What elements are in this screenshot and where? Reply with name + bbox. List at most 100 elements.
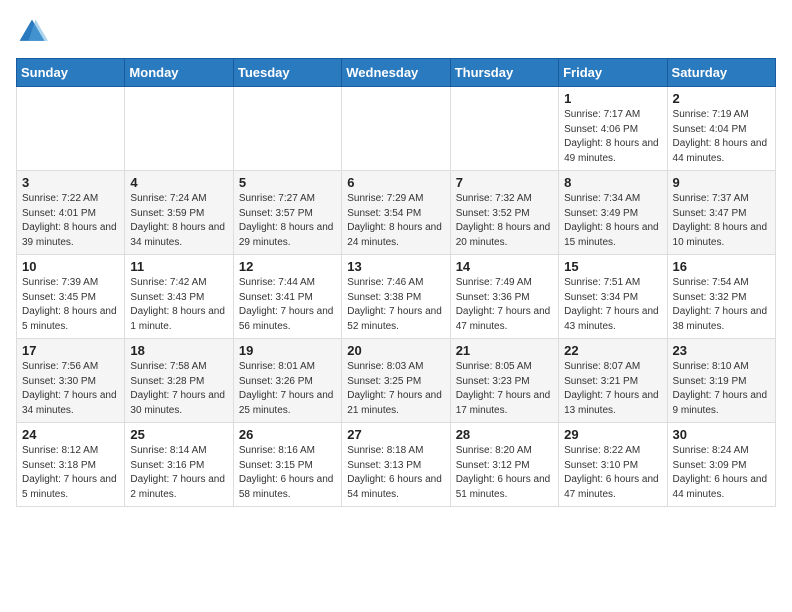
calendar-cell: 29 Sunrise: 8:22 AM Sunset: 3:10 PM Dayli…: [559, 423, 667, 507]
day-info: Sunrise: 8:14 AM Sunset: 3:16 PM Dayligh…: [130, 444, 227, 502]
day-number: 26: [239, 427, 336, 442]
day-info: Sunrise: 8:24 AM Sunset: 3:09 PM Dayligh…: [673, 444, 770, 502]
day-number: 6: [347, 175, 444, 190]
calendar-cell: 25 Sunrise: 8:14 AM Sunset: 3:16 PM Dayli…: [125, 423, 233, 507]
day-number: 1: [564, 91, 661, 106]
calendar-cell: 18 Sunrise: 7:58 AM Sunset: 3:28 PM Dayli…: [125, 339, 233, 423]
day-number: 21: [456, 343, 553, 358]
calendar-cell: 11 Sunrise: 7:42 AM Sunset: 3:43 PM Dayli…: [125, 255, 233, 339]
day-header-thursday: Thursday: [450, 59, 558, 87]
day-number: 13: [347, 259, 444, 274]
day-info: Sunrise: 8:03 AM Sunset: 3:25 PM Dayligh…: [347, 360, 444, 418]
calendar-cell: 22Sunrise: 8:07 AM Sunset: 3:21 PM Dayli…: [559, 339, 667, 423]
calendar-week-1: 1 Sunrise: 7:17 AM Sunset: 4:06 PM Daylig…: [17, 87, 776, 171]
day-info: Sunrise: 8:18 AM Sunset: 3:13 PM Dayligh…: [347, 444, 444, 502]
calendar-table: SundayMondayTuesdayWednesdayThursdayFrid…: [16, 58, 776, 507]
day-number: 5: [239, 175, 336, 190]
day-header-saturday: Saturday: [667, 59, 775, 87]
day-info: Sunrise: 7:22 AM Sunset: 4:01 PM Dayligh…: [22, 192, 119, 250]
day-number: 22: [564, 343, 661, 358]
day-number: 18: [130, 343, 227, 358]
day-number: 11: [130, 259, 227, 274]
day-info: Sunrise: 8:16 AM Sunset: 3:15 PM Dayligh…: [239, 444, 336, 502]
day-info: Sunrise: 7:19 AM Sunset: 4:04 PM Dayligh…: [673, 108, 770, 166]
calendar-body: 1 Sunrise: 7:17 AM Sunset: 4:06 PM Daylig…: [17, 87, 776, 507]
calendar-week-5: 24Sunrise: 8:12 AM Sunset: 3:18 PM Dayli…: [17, 423, 776, 507]
day-number: 2: [673, 91, 770, 106]
calendar-week-2: 3 Sunrise: 7:22 AM Sunset: 4:01 PM Daylig…: [17, 171, 776, 255]
calendar-cell: [17, 87, 125, 171]
day-number: 12: [239, 259, 336, 274]
calendar-cell: 16 Sunrise: 7:54 AM Sunset: 3:32 PM Dayli…: [667, 255, 775, 339]
calendar-cell: 23Sunrise: 8:10 AM Sunset: 3:19 PM Dayli…: [667, 339, 775, 423]
day-info: Sunrise: 8:12 AM Sunset: 3:18 PM Dayligh…: [22, 444, 119, 502]
calendar-cell: [342, 87, 450, 171]
day-info: Sunrise: 7:39 AM Sunset: 3:45 PM Dayligh…: [22, 276, 119, 334]
calendar-cell: [233, 87, 341, 171]
calendar-week-4: 17Sunrise: 7:56 AM Sunset: 3:30 PM Dayli…: [17, 339, 776, 423]
logo-icon: [16, 16, 48, 48]
day-number: 16: [673, 259, 770, 274]
calendar-cell: 6 Sunrise: 7:29 AM Sunset: 3:54 PM Daylig…: [342, 171, 450, 255]
calendar-cell: 27Sunrise: 8:18 AM Sunset: 3:13 PM Dayli…: [342, 423, 450, 507]
day-info: Sunrise: 7:51 AM Sunset: 3:34 PM Dayligh…: [564, 276, 661, 334]
calendar-cell: 8 Sunrise: 7:34 AM Sunset: 3:49 PM Daylig…: [559, 171, 667, 255]
day-number: 20: [347, 343, 444, 358]
day-info: Sunrise: 7:56 AM Sunset: 3:30 PM Dayligh…: [22, 360, 119, 418]
day-number: 10: [22, 259, 119, 274]
day-number: 3: [22, 175, 119, 190]
day-header-tuesday: Tuesday: [233, 59, 341, 87]
day-info: Sunrise: 7:46 AM Sunset: 3:38 PM Dayligh…: [347, 276, 444, 334]
calendar-cell: 5 Sunrise: 7:27 AM Sunset: 3:57 PM Daylig…: [233, 171, 341, 255]
day-info: Sunrise: 8:20 AM Sunset: 3:12 PM Dayligh…: [456, 444, 553, 502]
day-header-friday: Friday: [559, 59, 667, 87]
day-number: 14: [456, 259, 553, 274]
day-header-wednesday: Wednesday: [342, 59, 450, 87]
calendar-cell: 9Sunrise: 7:37 AM Sunset: 3:47 PM Daylig…: [667, 171, 775, 255]
day-number: 25: [130, 427, 227, 442]
day-header-monday: Monday: [125, 59, 233, 87]
day-info: Sunrise: 8:10 AM Sunset: 3:19 PM Dayligh…: [673, 360, 770, 418]
calendar-cell: 2 Sunrise: 7:19 AM Sunset: 4:04 PM Daylig…: [667, 87, 775, 171]
day-number: 7: [456, 175, 553, 190]
calendar-cell: 15 Sunrise: 7:51 AM Sunset: 3:34 PM Dayli…: [559, 255, 667, 339]
calendar-cell: 19 Sunrise: 8:01 AM Sunset: 3:26 PM Dayli…: [233, 339, 341, 423]
calendar-cell: 14 Sunrise: 7:49 AM Sunset: 3:36 PM Dayli…: [450, 255, 558, 339]
calendar-cell: 12 Sunrise: 7:44 AM Sunset: 3:41 PM Dayli…: [233, 255, 341, 339]
calendar-cell: 20 Sunrise: 8:03 AM Sunset: 3:25 PM Dayli…: [342, 339, 450, 423]
calendar-cell: 3 Sunrise: 7:22 AM Sunset: 4:01 PM Daylig…: [17, 171, 125, 255]
calendar-cell: 28 Sunrise: 8:20 AM Sunset: 3:12 PM Dayli…: [450, 423, 558, 507]
calendar-cell: 4 Sunrise: 7:24 AM Sunset: 3:59 PM Daylig…: [125, 171, 233, 255]
calendar-cell: 17Sunrise: 7:56 AM Sunset: 3:30 PM Dayli…: [17, 339, 125, 423]
day-number: 30: [673, 427, 770, 442]
day-number: 9: [673, 175, 770, 190]
calendar-cell: 21 Sunrise: 8:05 AM Sunset: 3:23 PM Dayli…: [450, 339, 558, 423]
day-header-sunday: Sunday: [17, 59, 125, 87]
day-info: Sunrise: 8:05 AM Sunset: 3:23 PM Dayligh…: [456, 360, 553, 418]
calendar-cell: 1 Sunrise: 7:17 AM Sunset: 4:06 PM Daylig…: [559, 87, 667, 171]
calendar-cell: 7 Sunrise: 7:32 AM Sunset: 3:52 PM Daylig…: [450, 171, 558, 255]
day-info: Sunrise: 7:44 AM Sunset: 3:41 PM Dayligh…: [239, 276, 336, 334]
day-number: 19: [239, 343, 336, 358]
day-info: Sunrise: 8:22 AM Sunset: 3:10 PM Dayligh…: [564, 444, 661, 502]
calendar-header-row: SundayMondayTuesdayWednesdayThursdayFrid…: [17, 59, 776, 87]
day-info: Sunrise: 8:01 AM Sunset: 3:26 PM Dayligh…: [239, 360, 336, 418]
day-info: Sunrise: 7:58 AM Sunset: 3:28 PM Dayligh…: [130, 360, 227, 418]
day-info: Sunrise: 7:49 AM Sunset: 3:36 PM Dayligh…: [456, 276, 553, 334]
page-header: [16, 16, 776, 48]
day-info: Sunrise: 7:24 AM Sunset: 3:59 PM Dayligh…: [130, 192, 227, 250]
day-number: 29: [564, 427, 661, 442]
day-number: 28: [456, 427, 553, 442]
day-number: 15: [564, 259, 661, 274]
day-info: Sunrise: 7:17 AM Sunset: 4:06 PM Dayligh…: [564, 108, 661, 166]
day-info: Sunrise: 7:34 AM Sunset: 3:49 PM Dayligh…: [564, 192, 661, 250]
day-number: 8: [564, 175, 661, 190]
calendar-cell: 10 Sunrise: 7:39 AM Sunset: 3:45 PM Dayli…: [17, 255, 125, 339]
day-info: Sunrise: 7:32 AM Sunset: 3:52 PM Dayligh…: [456, 192, 553, 250]
day-info: Sunrise: 7:27 AM Sunset: 3:57 PM Dayligh…: [239, 192, 336, 250]
day-info: Sunrise: 7:29 AM Sunset: 3:54 PM Dayligh…: [347, 192, 444, 250]
day-number: 4: [130, 175, 227, 190]
calendar-week-3: 10 Sunrise: 7:39 AM Sunset: 3:45 PM Dayli…: [17, 255, 776, 339]
day-info: Sunrise: 7:42 AM Sunset: 3:43 PM Dayligh…: [130, 276, 227, 334]
day-info: Sunrise: 7:54 AM Sunset: 3:32 PM Dayligh…: [673, 276, 770, 334]
